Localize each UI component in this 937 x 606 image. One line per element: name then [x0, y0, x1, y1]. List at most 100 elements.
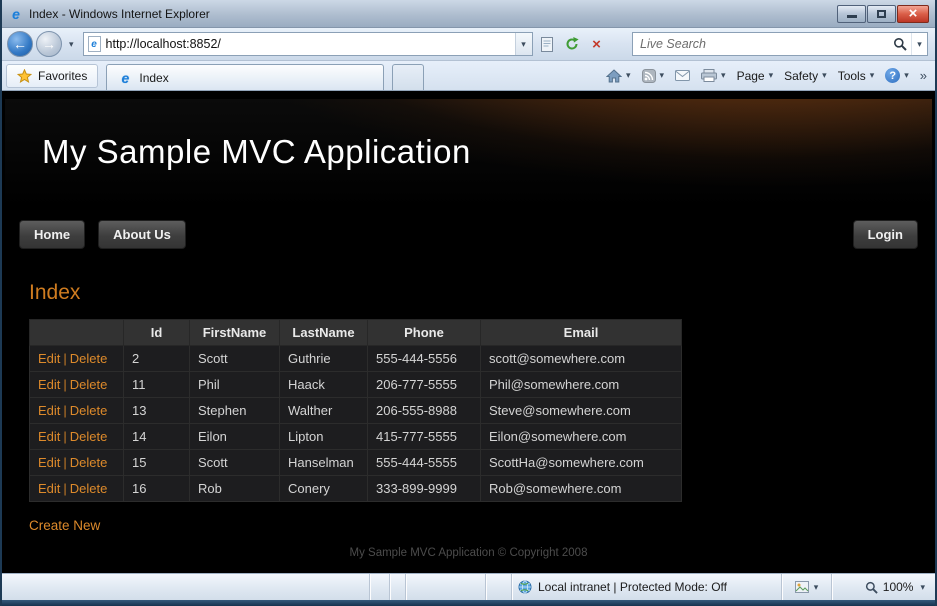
- cell-email: ScottHa@somewhere.com: [480, 449, 682, 476]
- page-viewport: My Sample MVC Application Home About Us …: [2, 91, 935, 573]
- tools-menu-button[interactable]: Tools: [836, 67, 877, 85]
- stop-button[interactable]: ×: [586, 32, 608, 56]
- row-actions: Edit | Delete: [29, 475, 124, 502]
- forward-button[interactable]: [36, 31, 62, 57]
- table-header-row: Id FirstName LastName Phone Email: [29, 319, 682, 346]
- create-new-link[interactable]: Create New: [29, 518, 100, 533]
- rss-feed-icon: [641, 68, 656, 83]
- search-button[interactable]: [889, 37, 911, 51]
- cell-phone: 555-444-5555: [367, 449, 481, 476]
- row-actions: Edit | Delete: [29, 345, 124, 372]
- minimize-button[interactable]: [837, 4, 866, 23]
- help-button[interactable]: [883, 66, 911, 85]
- cell-first-name: Phil: [189, 371, 280, 398]
- read-mail-button[interactable]: [673, 68, 692, 83]
- tab-label: Index: [139, 70, 169, 85]
- safety-menu-button[interactable]: Safety: [782, 67, 829, 85]
- new-tab-button[interactable]: [392, 64, 425, 90]
- safety-menu-label: Safety: [784, 68, 819, 83]
- cell-email: scott@somewhere.com: [480, 345, 682, 372]
- delete-link[interactable]: Delete: [70, 455, 108, 470]
- window-title: Index - Windows Internet Explorer: [29, 6, 210, 21]
- login-button[interactable]: Login: [852, 220, 918, 249]
- header-email: Email: [480, 319, 682, 346]
- header-first-name: FirstName: [189, 319, 280, 346]
- delete-link[interactable]: Delete: [70, 429, 108, 444]
- row-actions: Edit | Delete: [29, 449, 124, 476]
- main-content: Index Id FirstName LastName Phone Email: [5, 259, 932, 535]
- table-row: Edit | Delete 13 Stephen Walther 206-555-8…: [29, 397, 682, 424]
- navigation-bar: ×: [2, 28, 935, 61]
- forward-arrow-icon: [42, 36, 56, 52]
- edit-link[interactable]: Edit: [38, 377, 60, 392]
- edit-link[interactable]: Edit: [38, 351, 60, 366]
- window-frame-bottom: [2, 600, 935, 606]
- mail-icon: [675, 70, 691, 81]
- search-input[interactable]: [633, 37, 889, 51]
- nav-about-button[interactable]: About Us: [98, 220, 186, 249]
- title-bar: Index - Windows Internet Explorer: [2, 0, 935, 28]
- stop-icon: ×: [592, 35, 601, 53]
- cell-id: 13: [123, 397, 190, 424]
- compatibility-view-button[interactable]: [536, 32, 558, 56]
- cell-last-name: Conery: [279, 475, 368, 502]
- cell-phone: 333-899-9999: [367, 475, 481, 502]
- cell-last-name: Lipton: [279, 423, 368, 450]
- site-menu: Home About Us Login: [5, 207, 932, 259]
- cell-first-name: Scott: [189, 449, 280, 476]
- address-input[interactable]: [100, 37, 515, 51]
- edit-link[interactable]: Edit: [38, 429, 60, 444]
- zone-text: Local intranet | Protected Mode: Off: [538, 580, 727, 594]
- refresh-icon: [566, 37, 579, 50]
- header-phone: Phone: [367, 319, 481, 346]
- cell-id: 2: [123, 345, 190, 372]
- address-dropdown[interactable]: [514, 33, 532, 55]
- security-zone: Local intranet | Protected Mode: Off: [511, 574, 781, 600]
- refresh-button[interactable]: [561, 32, 583, 56]
- search-dropdown[interactable]: [911, 33, 927, 55]
- maximize-button[interactable]: [867, 4, 896, 23]
- site-footer: My Sample MVC Application © Copyright 20…: [349, 547, 588, 559]
- tab-favicon-icon: [117, 70, 133, 86]
- status-message-area: [2, 574, 369, 600]
- edit-link[interactable]: Edit: [38, 455, 60, 470]
- zoom-magnifier-icon: [865, 581, 878, 594]
- status-picture-icon: [794, 581, 809, 593]
- status-indicator-button[interactable]: [781, 574, 831, 600]
- delete-link[interactable]: Delete: [70, 351, 108, 366]
- row-actions: Edit | Delete: [29, 423, 124, 450]
- tab-index[interactable]: Index: [106, 64, 385, 90]
- favorites-button[interactable]: Favorites: [6, 64, 99, 88]
- close-button[interactable]: [897, 4, 929, 23]
- back-button[interactable]: [7, 31, 33, 57]
- contacts-table: Id FirstName LastName Phone Email Edit | D…: [29, 319, 682, 502]
- delete-link[interactable]: Delete: [70, 481, 108, 496]
- table-row: Edit | Delete 16 Rob Conery 333-899-9999 R…: [29, 475, 682, 502]
- history-dropdown[interactable]: [65, 39, 76, 50]
- status-bar: Local intranet | Protected Mode: Off 100…: [2, 573, 935, 600]
- edit-link[interactable]: Edit: [38, 403, 60, 418]
- nav-home-button[interactable]: Home: [19, 220, 86, 249]
- link-separator: |: [63, 403, 67, 418]
- feeds-button[interactable]: [640, 67, 667, 85]
- magnifier-icon: [894, 38, 907, 51]
- minimize-icon: [846, 15, 857, 18]
- cell-last-name: Walther: [279, 397, 368, 424]
- delete-link[interactable]: Delete: [70, 377, 108, 392]
- status-segment: [369, 574, 389, 600]
- link-separator: |: [63, 455, 67, 470]
- globe-icon: [518, 580, 532, 594]
- table-row: Edit | Delete 11 Phil Haack 206-777-5555 P…: [29, 371, 682, 398]
- home-button[interactable]: [604, 67, 633, 85]
- cell-first-name: Eilon: [189, 423, 280, 450]
- cell-email: Eilon@somewhere.com: [480, 423, 682, 450]
- delete-link[interactable]: Delete: [70, 403, 108, 418]
- overflow-chevron[interactable]: [918, 66, 929, 85]
- edit-link[interactable]: Edit: [38, 481, 60, 496]
- search-box: [632, 32, 928, 56]
- print-button[interactable]: [699, 67, 728, 84]
- cell-first-name: Rob: [189, 475, 280, 502]
- zoom-control[interactable]: 100%: [831, 574, 935, 600]
- status-segment: [485, 574, 511, 600]
- page-menu-button[interactable]: Page: [735, 67, 776, 85]
